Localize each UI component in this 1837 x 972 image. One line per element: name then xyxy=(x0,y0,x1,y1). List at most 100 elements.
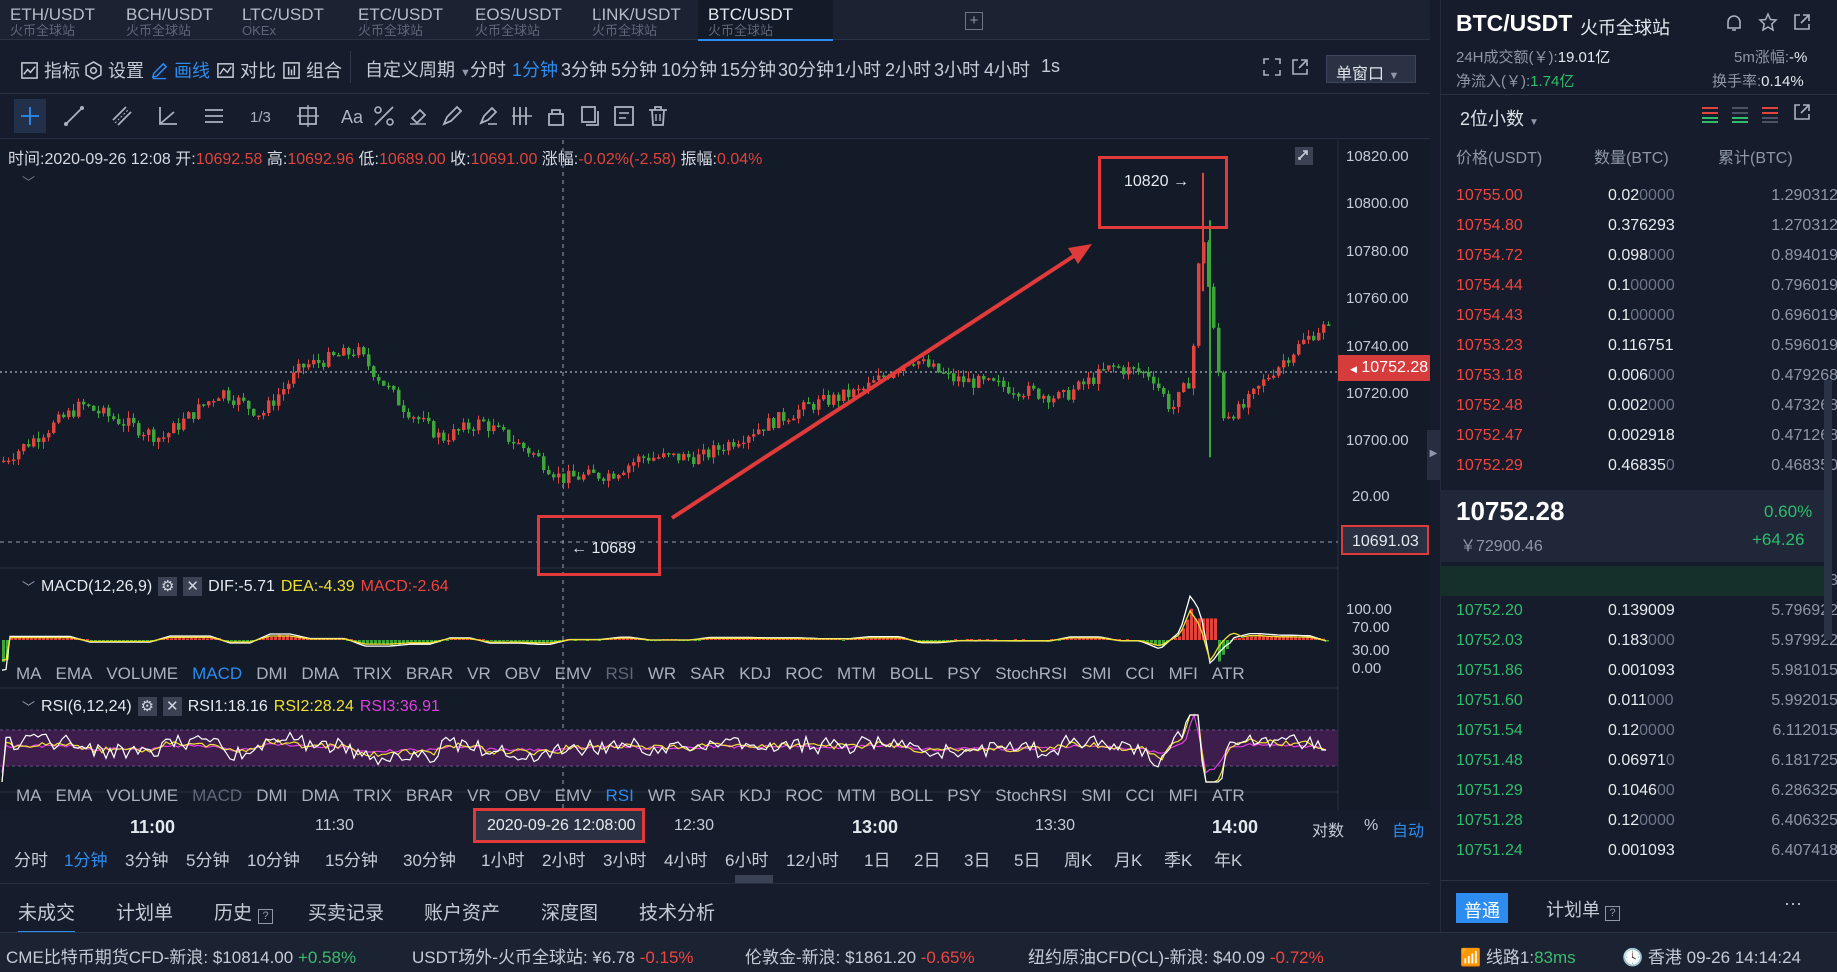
fibonacci-icon[interactable]: 1/3 xyxy=(248,104,272,128)
text-tool-icon[interactable]: Aa xyxy=(340,104,364,128)
indicator-smi[interactable]: SMI xyxy=(1081,664,1111,683)
period2-17[interactable]: 周K xyxy=(1064,846,1092,871)
indicator-dmi[interactable]: DMI xyxy=(256,664,287,683)
period2-8[interactable]: 2小时 xyxy=(542,846,585,871)
symbol-tab-eos-usdt[interactable]: EOS/USDT 火币全球站 xyxy=(465,0,600,40)
bottom-tab-5[interactable]: 深度图 xyxy=(541,898,598,925)
compare-button[interactable]: 对比 xyxy=(216,57,276,83)
orderbook-bids-row[interactable]: 10752.03 0.183000 5.979922 xyxy=(1456,632,1837,656)
brush-icon[interactable] xyxy=(440,104,464,128)
gear-icon[interactable]: ⚙ xyxy=(137,697,157,716)
orderbook-asks-row[interactable]: 10754.43 0.100000 0.696019 xyxy=(1456,307,1837,331)
indicator-kdj[interactable]: KDJ xyxy=(739,786,771,805)
line-tool-icon[interactable] xyxy=(62,104,86,128)
add-tab-button[interactable]: + xyxy=(965,12,983,30)
collapse-panel-handle[interactable]: ▶ xyxy=(1427,430,1440,480)
ruler-icon[interactable] xyxy=(372,104,396,128)
period2-9[interactable]: 3小时 xyxy=(603,846,646,871)
period-5[interactable]: 15分钟 xyxy=(720,56,776,82)
indicator-roc[interactable]: ROC xyxy=(785,786,823,805)
crosshair-icon[interactable] xyxy=(18,104,42,128)
book-asks-icon[interactable] xyxy=(1760,104,1780,124)
orderbook-asks-row[interactable]: 10754.80 0.376293 1.270312 xyxy=(1456,217,1837,241)
orderbook-bids-row[interactable]: 10751.24 0.001093 6.407418 xyxy=(1456,842,1837,866)
indicator-ma[interactable]: MA xyxy=(16,786,42,805)
period2-20[interactable]: 年K xyxy=(1214,846,1242,871)
indicator-mfi[interactable]: MFI xyxy=(1169,664,1198,683)
indicator-boll[interactable]: BOLL xyxy=(890,664,933,683)
indicator-mtm[interactable]: MTM xyxy=(837,664,876,683)
export-icon[interactable] xyxy=(1792,12,1812,32)
template-icon[interactable] xyxy=(612,104,636,128)
highlighter-icon[interactable] xyxy=(476,104,500,128)
orderbook-bids-row[interactable]: 10751.54 0.120000 6.112015 xyxy=(1456,722,1837,746)
lock-icon[interactable] xyxy=(544,104,568,128)
period2-15[interactable]: 3日 xyxy=(964,846,990,871)
orderbook-asks-row[interactable]: 10755.00 0.020000 1.290312 xyxy=(1456,187,1837,211)
orderbook-scrollbar[interactable] xyxy=(1824,380,1832,640)
period2-5[interactable]: 15分钟 xyxy=(325,846,378,871)
collapse-chevron-icon[interactable]: ﹀ xyxy=(22,697,35,716)
indicator-ma[interactable]: MA xyxy=(16,664,42,683)
indicator-wr[interactable]: WR xyxy=(648,786,676,805)
indicator-volume[interactable]: VOLUME xyxy=(106,786,178,805)
indicator-trix[interactable]: TRIX xyxy=(353,664,392,683)
orderbook-asks-row[interactable]: 10753.23 0.116751 0.596019 xyxy=(1456,337,1837,361)
symbol-tab-eth-usdt[interactable]: ETH/USDT 火币全球站 xyxy=(0,0,135,40)
period-11[interactable]: 1s xyxy=(1041,56,1060,77)
help-icon[interactable]: ? xyxy=(1605,906,1621,921)
symbol-tab-bch-usdt[interactable]: BCH/USDT 火币全球站 xyxy=(116,0,251,40)
period2-16[interactable]: 5日 xyxy=(1014,846,1040,871)
indicator-stochrsi[interactable]: StochRSI xyxy=(995,786,1067,805)
indicator-obv[interactable]: OBV xyxy=(505,786,541,805)
indicator-brar[interactable]: BRAR xyxy=(406,786,453,805)
indicator-dma[interactable]: DMA xyxy=(301,664,339,683)
expand-icon[interactable] xyxy=(1294,146,1314,166)
indicator-emv[interactable]: EMV xyxy=(555,664,592,683)
percent-scale-toggle[interactable]: % xyxy=(1364,817,1378,835)
eraser-icon[interactable] xyxy=(406,104,430,128)
period2-7[interactable]: 1小时 xyxy=(481,846,524,871)
decimals-dropdown[interactable]: 2位小数 ▼ xyxy=(1460,105,1539,131)
symbol-tab-link-usdt[interactable]: LINK/USDT 火币全球站 xyxy=(582,0,717,40)
symbol-tab-etc-usdt[interactable]: ETC/USDT 火币全球站 xyxy=(348,0,483,40)
trash-icon[interactable] xyxy=(646,104,670,128)
indicator-dmi[interactable]: DMI xyxy=(256,786,287,805)
indicator-ema[interactable]: EMA xyxy=(56,786,93,805)
period-7[interactable]: 1小时 xyxy=(835,56,881,82)
orderbook-bids-row[interactable]: 10752.20 0.139009 5.796922 xyxy=(1456,602,1837,626)
period-2[interactable]: 3分钟 xyxy=(561,56,607,82)
close-icon[interactable]: ✕ xyxy=(183,577,203,596)
period-8[interactable]: 2小时 xyxy=(885,56,931,82)
gear-icon[interactable]: ⚙ xyxy=(158,577,178,596)
horizontal-lines-icon[interactable] xyxy=(202,104,226,128)
period2-18[interactable]: 月K xyxy=(1114,846,1142,871)
settings-button[interactable]: 设置 xyxy=(84,57,144,83)
book-bids-icon[interactable] xyxy=(1730,104,1750,124)
period-1[interactable]: 1分钟 xyxy=(512,56,558,82)
custom-period-dropdown[interactable]: 自定义周期 ▼ xyxy=(365,56,471,82)
period2-6[interactable]: 30分钟 xyxy=(403,846,456,871)
draw-button[interactable]: 画线 xyxy=(150,57,210,83)
bell-icon[interactable] xyxy=(1724,13,1744,33)
ticker-item[interactable]: CME比特币期货CFD-新浪: $10814.00 +0.58% xyxy=(6,943,356,968)
ticker-item[interactable]: USDT场外-火币全球站: ¥6.78 -0.15% xyxy=(412,943,694,968)
indicator-sar[interactable]: SAR xyxy=(690,786,725,805)
single-window-dropdown[interactable]: 单窗口 ▼ xyxy=(1326,55,1416,83)
indicator-wr[interactable]: WR xyxy=(648,664,676,683)
indicator-vr[interactable]: VR xyxy=(467,786,491,805)
indicator-roc[interactable]: ROC xyxy=(785,664,823,683)
star-icon[interactable] xyxy=(1758,12,1778,32)
period-0[interactable]: 分时 xyxy=(470,56,506,82)
collapse-chevron-icon[interactable]: ﹀ xyxy=(22,577,35,596)
angle-tool-icon[interactable] xyxy=(156,104,180,128)
period-10[interactable]: 4小时 xyxy=(984,56,1030,82)
indicator-ema[interactable]: EMA xyxy=(56,664,93,683)
indicator-mfi[interactable]: MFI xyxy=(1169,786,1198,805)
indicator-atr[interactable]: ATR xyxy=(1212,664,1245,683)
period2-14[interactable]: 2日 xyxy=(914,846,940,871)
period2-11[interactable]: 6小时 xyxy=(725,846,768,871)
auto-scale-toggle[interactable]: 自动 xyxy=(1392,817,1424,841)
indicator-dma[interactable]: DMA xyxy=(301,786,339,805)
period-4[interactable]: 10分钟 xyxy=(661,56,717,82)
